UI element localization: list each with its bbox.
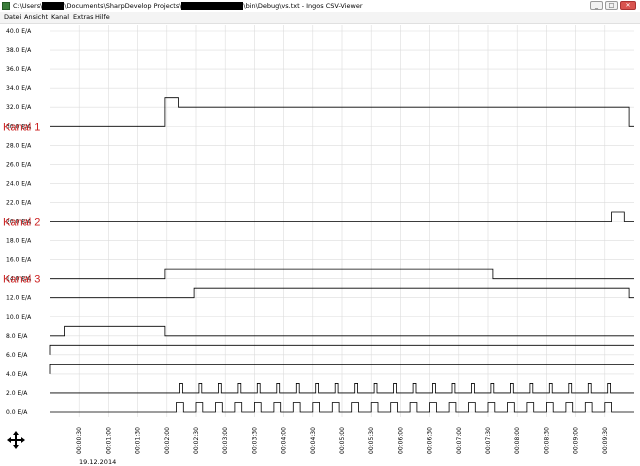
- redacted-username: [42, 2, 65, 10]
- title-part3: \bin\Debug\vs.txt - Ingos CSV-Viewer: [243, 2, 363, 10]
- x-tick-label: 00:07:00: [456, 427, 463, 454]
- x-tick-label: 00:06:30: [427, 427, 434, 454]
- y-tick-label: 36.0 E/A: [6, 66, 32, 73]
- menu-hilfe[interactable]: Hilfe: [95, 12, 110, 23]
- menu-extras[interactable]: Extras: [73, 12, 94, 23]
- channel-label-3: Kanal 3: [3, 274, 40, 286]
- app-icon[interactable]: [2, 2, 10, 10]
- x-tick-label: 00:03:30: [251, 427, 258, 454]
- date-label: 19.12.2014: [79, 458, 117, 466]
- channel-label-1: Kanal 1: [3, 121, 40, 133]
- y-tick-label: 4.0 E/A: [6, 371, 28, 378]
- maximize-button[interactable]: □: [605, 1, 618, 10]
- move-arrows-icon[interactable]: [6, 430, 26, 450]
- y-tick-label: 24.0 E/A: [6, 180, 32, 187]
- y-tick-label: 6.0 E/A: [6, 352, 28, 359]
- x-tick-label: 00:06:00: [397, 427, 404, 454]
- y-tick-label: 16.0 E/A: [6, 257, 32, 264]
- y-tick-label: 12.0 E/A: [6, 295, 32, 302]
- y-tick-label: 18.0 E/A: [6, 238, 32, 245]
- title-prefix: C:\Users\: [13, 2, 43, 10]
- x-tick-label: 00:05:00: [339, 427, 346, 454]
- y-tick-label: 2.0 E/A: [6, 390, 28, 397]
- y-tick-label: 32.0 E/A: [6, 104, 32, 111]
- x-tick-label: 00:07:30: [485, 427, 492, 454]
- x-tick-label: 00:01:00: [105, 427, 112, 454]
- y-tick-label: 26.0 E/A: [6, 161, 32, 168]
- x-tick-label: 00:00:30: [76, 427, 83, 454]
- x-tick-label: 00:02:00: [164, 427, 171, 454]
- y-tick-label: 40.0 E/A: [6, 28, 32, 35]
- minimize-button[interactable]: _: [590, 1, 603, 10]
- menu-ansicht[interactable]: Ansicht: [24, 12, 48, 23]
- x-tick-label: 00:09:30: [602, 427, 609, 454]
- x-tick-label: 00:08:30: [543, 427, 550, 454]
- close-button[interactable]: ✕: [620, 1, 636, 10]
- y-tick-label: 28.0 E/A: [6, 142, 32, 149]
- channel-label-2: Kanal 2: [3, 217, 40, 229]
- y-tick-label: 38.0 E/A: [6, 47, 32, 54]
- x-tick-label: 00:04:00: [281, 427, 288, 454]
- y-tick-label: 22.0 E/A: [6, 199, 32, 206]
- x-tick-label: 00:03:00: [222, 427, 229, 454]
- y-tick-label: 34.0 E/A: [6, 85, 32, 92]
- y-tick-label: 10.0 E/A: [6, 314, 32, 321]
- y-tick-label: 8.0 E/A: [6, 333, 28, 340]
- x-tick-label: 00:05:30: [368, 427, 375, 454]
- x-tick-label: 00:04:30: [310, 427, 317, 454]
- x-tick-label: 00:01:30: [135, 427, 142, 454]
- x-tick-label: 00:09:00: [573, 427, 580, 454]
- x-tick-label: 00:02:30: [193, 427, 200, 454]
- menu-datei[interactable]: Datei: [4, 12, 21, 23]
- chart-area: 0.0 E/A 2.0 E/A 4.0 E/A 6.0 E/A 8.0 E/A 10.0 …: [3, 25, 634, 454]
- menu-kanal[interactable]: Kanal: [51, 12, 69, 23]
- x-tick-label: 00:08:00: [514, 427, 521, 454]
- y-tick-label: 0.0 E/A: [6, 409, 28, 416]
- redacted-project: [181, 2, 244, 10]
- window-title: C:\Users\ \Documents\SharpDevelop Project…: [13, 1, 363, 11]
- title-part2: \Documents\SharpDevelop Projects\: [64, 2, 182, 10]
